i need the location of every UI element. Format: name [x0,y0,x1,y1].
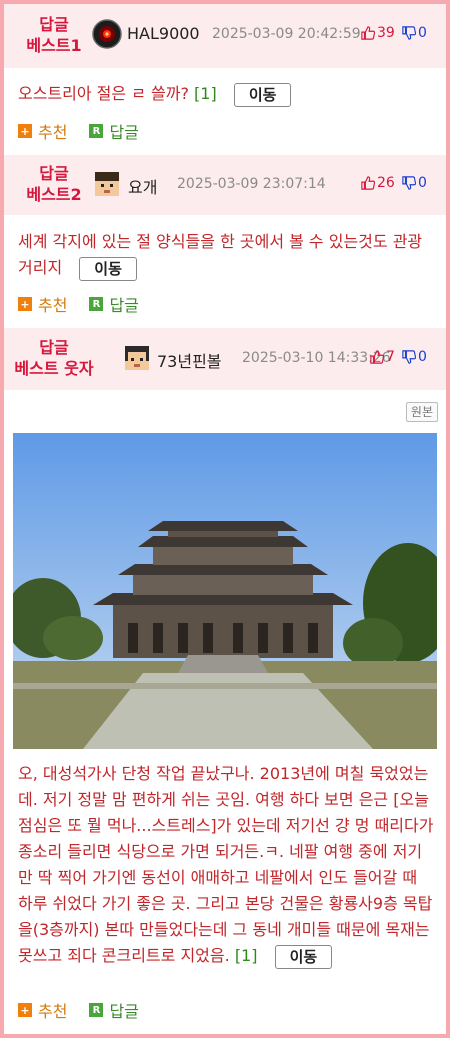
move-button[interactable]: 이동 [233,82,292,107]
like-count: 26 [377,175,395,191]
reply-button[interactable]: 답글 [109,998,138,1022]
best-label: 답글 베스트 웃자 [14,338,94,378]
dislike-count: 0 [418,25,427,41]
dislike-count: 0 [418,175,427,191]
move-button[interactable]: 이동 [79,256,137,281]
best-label: 답글 베스트2 [26,164,82,204]
original-image-button[interactable]: 원본 [405,402,438,422]
temple-photo[interactable] [13,433,437,749]
comment-date: 2025-03-09 23:07:14 [177,176,326,192]
dislike-button[interactable]: 0 [402,25,427,41]
recommend-button[interactable]: 추천 [38,292,67,316]
best-label: 답글 베스트1 [26,15,82,55]
thumbs-down-icon [402,26,416,40]
comment-text: 오, 대성석가사 단청 작업 끝났구나. 2013년에 며칠 묵었었는데. 저기… [18,764,434,965]
plus-icon: + [18,1003,32,1017]
nickname[interactable]: 요개 [128,174,157,198]
like-count: 39 [377,25,395,41]
nickname[interactable]: 73년핀볼 [157,348,222,372]
comment-header: 답글 베스트2 요개 2025-03-09 23:07:14 26 0 [4,155,446,215]
like-button[interactable]: 26 [361,175,395,191]
pixel-face-icon [95,172,119,196]
comment-text: 오스트리아 절은 ㄹ 쓸까? [18,84,189,103]
dislike-button[interactable]: 0 [402,349,427,365]
like-count: 7 [386,349,395,365]
comment-actions: + 추천 R 답글 [18,998,139,1022]
pixel-face-icon [125,346,149,370]
dislike-button[interactable]: 0 [402,175,427,191]
recommend-button[interactable]: 추천 [38,119,67,143]
comment-actions: + 추천 R 답글 [18,292,139,316]
thumbs-down-icon [402,176,416,190]
reply-icon: R [89,1003,104,1017]
comment-header: 답글 베스트1 HAL9000 2025-03-09 20:42:59 39 0 [4,4,446,68]
thumbs-up-icon [361,176,375,190]
recommend-button[interactable]: 추천 [38,998,67,1022]
like-button[interactable]: 39 [361,25,395,41]
nickname[interactable]: HAL9000 [127,24,200,43]
reply-count[interactable]: [1] [194,84,217,103]
reply-button[interactable]: 답글 [109,292,138,316]
comment-date: 2025-03-10 14:33:26 [242,350,391,366]
comment-header: 답글 베스트 웃자 73년핀볼 2025-03-10 14:33:26 7 0 [4,328,446,390]
thumbs-down-icon [402,350,416,364]
reply-icon: R [89,297,104,311]
comment-list: 답글 베스트1 HAL9000 2025-03-09 20:42:59 39 0… [4,4,446,1034]
comment-content: 세계 각지에 있는 절 양식들을 한 곳에서 볼 수 있는것도 관광거리지 이동 [18,229,434,281]
move-button[interactable]: 이동 [274,944,333,969]
thumbs-up-icon [361,26,375,40]
dislike-count: 0 [418,349,427,365]
comment-content: 오, 대성석가사 단청 작업 끝났구나. 2013년에 며칠 묵었었는데. 저기… [18,761,434,969]
reply-count[interactable]: [1] [235,946,258,965]
reply-button[interactable]: 답글 [109,119,138,143]
like-button[interactable]: 7 [370,349,395,365]
comment-content: 오스트리아 절은 ㄹ 쓸까? [1] 이동 [18,81,434,107]
reply-icon: R [89,124,104,138]
plus-icon: + [18,124,32,138]
comment-actions: + 추천 R 답글 [18,119,139,143]
plus-icon: + [18,297,32,311]
thumbs-up-icon [370,350,384,364]
hal9000-eye-icon [92,19,122,49]
comment-date: 2025-03-09 20:42:59 [212,26,361,42]
